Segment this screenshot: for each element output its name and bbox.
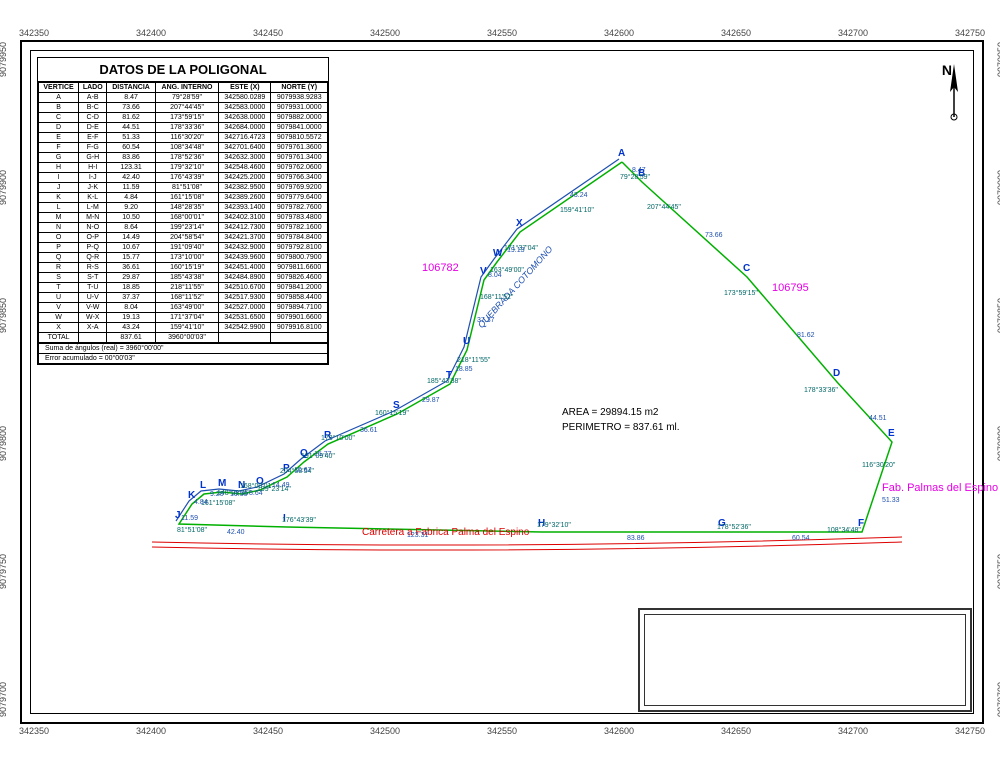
axis-tick: 342750 — [955, 28, 985, 38]
axis-tick: 342650 — [721, 726, 751, 736]
area-label: AREA = 29894.15 m2 — [562, 407, 658, 418]
angle-label: 159°41'10" — [560, 207, 594, 214]
distance-label: 8.64 — [249, 490, 263, 497]
vertex-D: D — [833, 368, 840, 379]
axis-tick: 342400 — [136, 28, 166, 38]
axis-tick: 9079750 — [0, 554, 8, 589]
vertex-W: W — [493, 248, 502, 259]
axis-tick: 9079750 — [996, 554, 1000, 589]
angle-label: 173°59'15" — [724, 290, 758, 297]
axis-tick: 342650 — [721, 28, 751, 38]
distance-label: 83.86 — [627, 535, 645, 542]
axis-tick: 342500 — [370, 726, 400, 736]
distance-label: 44.51 — [869, 415, 887, 422]
distance-label: 18.85 — [455, 366, 473, 373]
vertex-C: C — [743, 263, 750, 274]
angle-label: 178°52'36" — [717, 524, 751, 531]
distance-label: 8.47 — [632, 167, 646, 174]
title-block — [638, 608, 972, 712]
vertex-E: E — [888, 428, 895, 439]
angle-label: 173°10'00" — [321, 435, 355, 442]
axis-tick: 342700 — [838, 726, 868, 736]
parcel-svg — [82, 132, 932, 552]
parcel-id-1: 106782 — [422, 262, 459, 274]
distance-label: 73.66 — [705, 232, 723, 239]
distance-label: 10.67 — [294, 467, 312, 474]
angle-label: 207°44'45" — [647, 204, 681, 211]
distance-label: 36.61 — [360, 427, 378, 434]
axis-tick: 9079950 — [996, 42, 1000, 77]
vertex-M: M — [218, 478, 226, 489]
north-arrow: N — [942, 62, 952, 78]
distance-label: 10.50 — [230, 491, 248, 498]
distance-label: 51.33 — [882, 497, 900, 504]
parcel-id-2: 106795 — [772, 282, 809, 294]
axis-tick: 342450 — [253, 28, 283, 38]
vertex-L: L — [200, 480, 206, 491]
axis-tick: 342600 — [604, 28, 634, 38]
distance-label: 43.24 — [570, 192, 588, 199]
perim-label: PERIMETRO = 837.61 ml. — [562, 422, 680, 433]
distance-label: 81.62 — [797, 332, 815, 339]
axis-tick: 9079850 — [0, 298, 8, 333]
vertex-J: J — [175, 510, 181, 521]
distance-label: 8.04 — [488, 272, 502, 279]
angle-label: 168°11'52" — [480, 294, 513, 301]
vertex-X: X — [516, 218, 523, 229]
axis-tick: 342350 — [19, 28, 49, 38]
axis-tick: 342450 — [253, 726, 283, 736]
axis-tick: 9079950 — [0, 42, 8, 77]
facility-label: Fab. Palmas del Espino — [882, 482, 998, 494]
vertex-A: A — [618, 148, 625, 159]
distance-label: 4.84 — [194, 499, 208, 506]
angle-label: 218°11'55" — [457, 357, 490, 364]
axis-tick: 9079700 — [996, 682, 1000, 717]
axis-tick: 9079850 — [996, 298, 1000, 333]
axis-tick: 9079800 — [996, 426, 1000, 461]
distance-label: 42.40 — [227, 529, 245, 536]
map-frame: 3423503423503424003424003424503424503425… — [20, 40, 984, 724]
parcel-plot: 106782 106795 Fab. Palmas del Espino Car… — [82, 132, 932, 552]
axis-tick: 342700 — [838, 28, 868, 38]
vertex-U: U — [463, 336, 470, 347]
distance-label: 60.54 — [792, 535, 810, 542]
axis-tick: 342500 — [370, 28, 400, 38]
angle-label: 179°32'10" — [537, 522, 571, 529]
axis-tick: 9079900 — [0, 170, 8, 205]
axis-tick: 9079800 — [0, 426, 8, 461]
road-label: Carretera a Fabrica Palma del Espino — [362, 527, 529, 538]
distance-label: 123.31 — [407, 532, 428, 539]
angle-label: 176°43'39" — [282, 517, 316, 524]
angle-label: 185°43'38" — [427, 378, 461, 385]
distance-label: 11.59 — [181, 515, 198, 522]
axis-tick: 9079900 — [996, 170, 1000, 205]
axis-tick: 342600 — [604, 726, 634, 736]
axis-tick: 342350 — [19, 726, 49, 736]
axis-tick: 9079700 — [0, 682, 8, 717]
angle-label: 116°30'20" — [862, 462, 895, 469]
angle-label: 81°51'08" — [177, 527, 207, 534]
vertex-V: V — [480, 266, 487, 277]
axis-tick: 342750 — [955, 726, 985, 736]
angle-label: 79°28'59" — [620, 174, 650, 181]
distance-label: 19.13 — [507, 247, 525, 254]
table-title: DATOS DE LA POLIGONAL — [38, 58, 328, 82]
distance-label: 14.49 — [272, 482, 290, 489]
axis-tick: 342400 — [136, 726, 166, 736]
distance-label: 9.20 — [210, 491, 224, 498]
angle-label: 160°15'19" — [375, 410, 409, 417]
axis-tick: 342550 — [487, 28, 517, 38]
axis-tick: 342550 — [487, 726, 517, 736]
distance-label: 15.77 — [314, 451, 332, 458]
angle-label: 108°34'48" — [827, 527, 861, 534]
distance-label: 37.37 — [477, 317, 495, 324]
distance-label: 29.87 — [422, 397, 440, 404]
angle-label: 178°33'36" — [804, 387, 838, 394]
